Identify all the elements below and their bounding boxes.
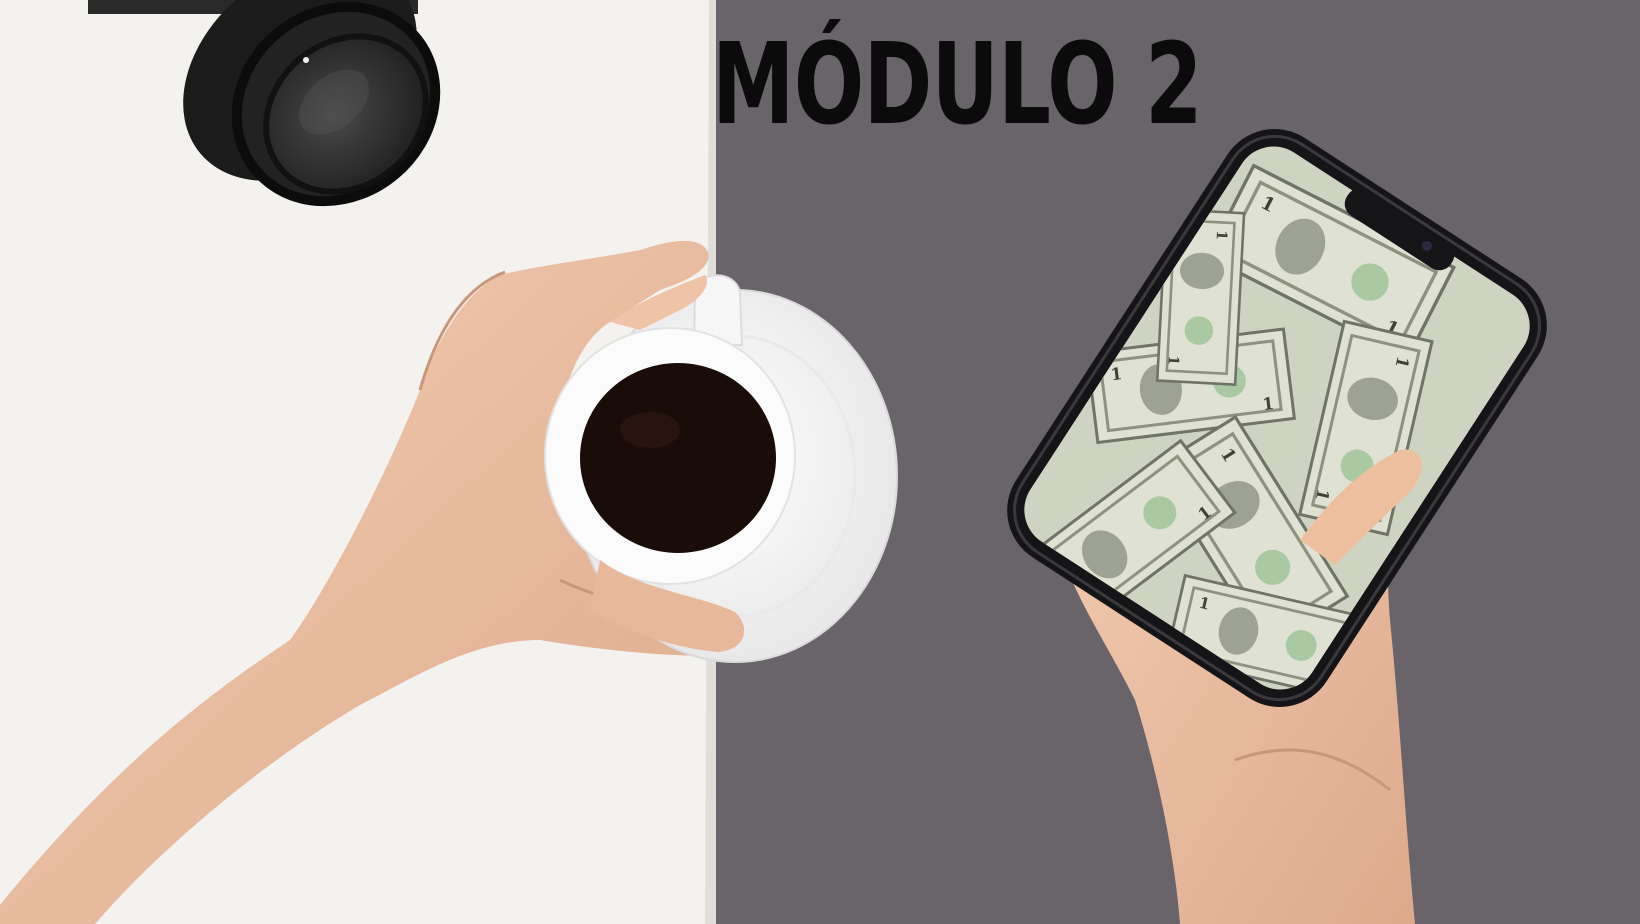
page-title: MÓDULO 2 <box>712 20 1203 150</box>
hero-scene: 1 1 <box>0 0 1640 924</box>
